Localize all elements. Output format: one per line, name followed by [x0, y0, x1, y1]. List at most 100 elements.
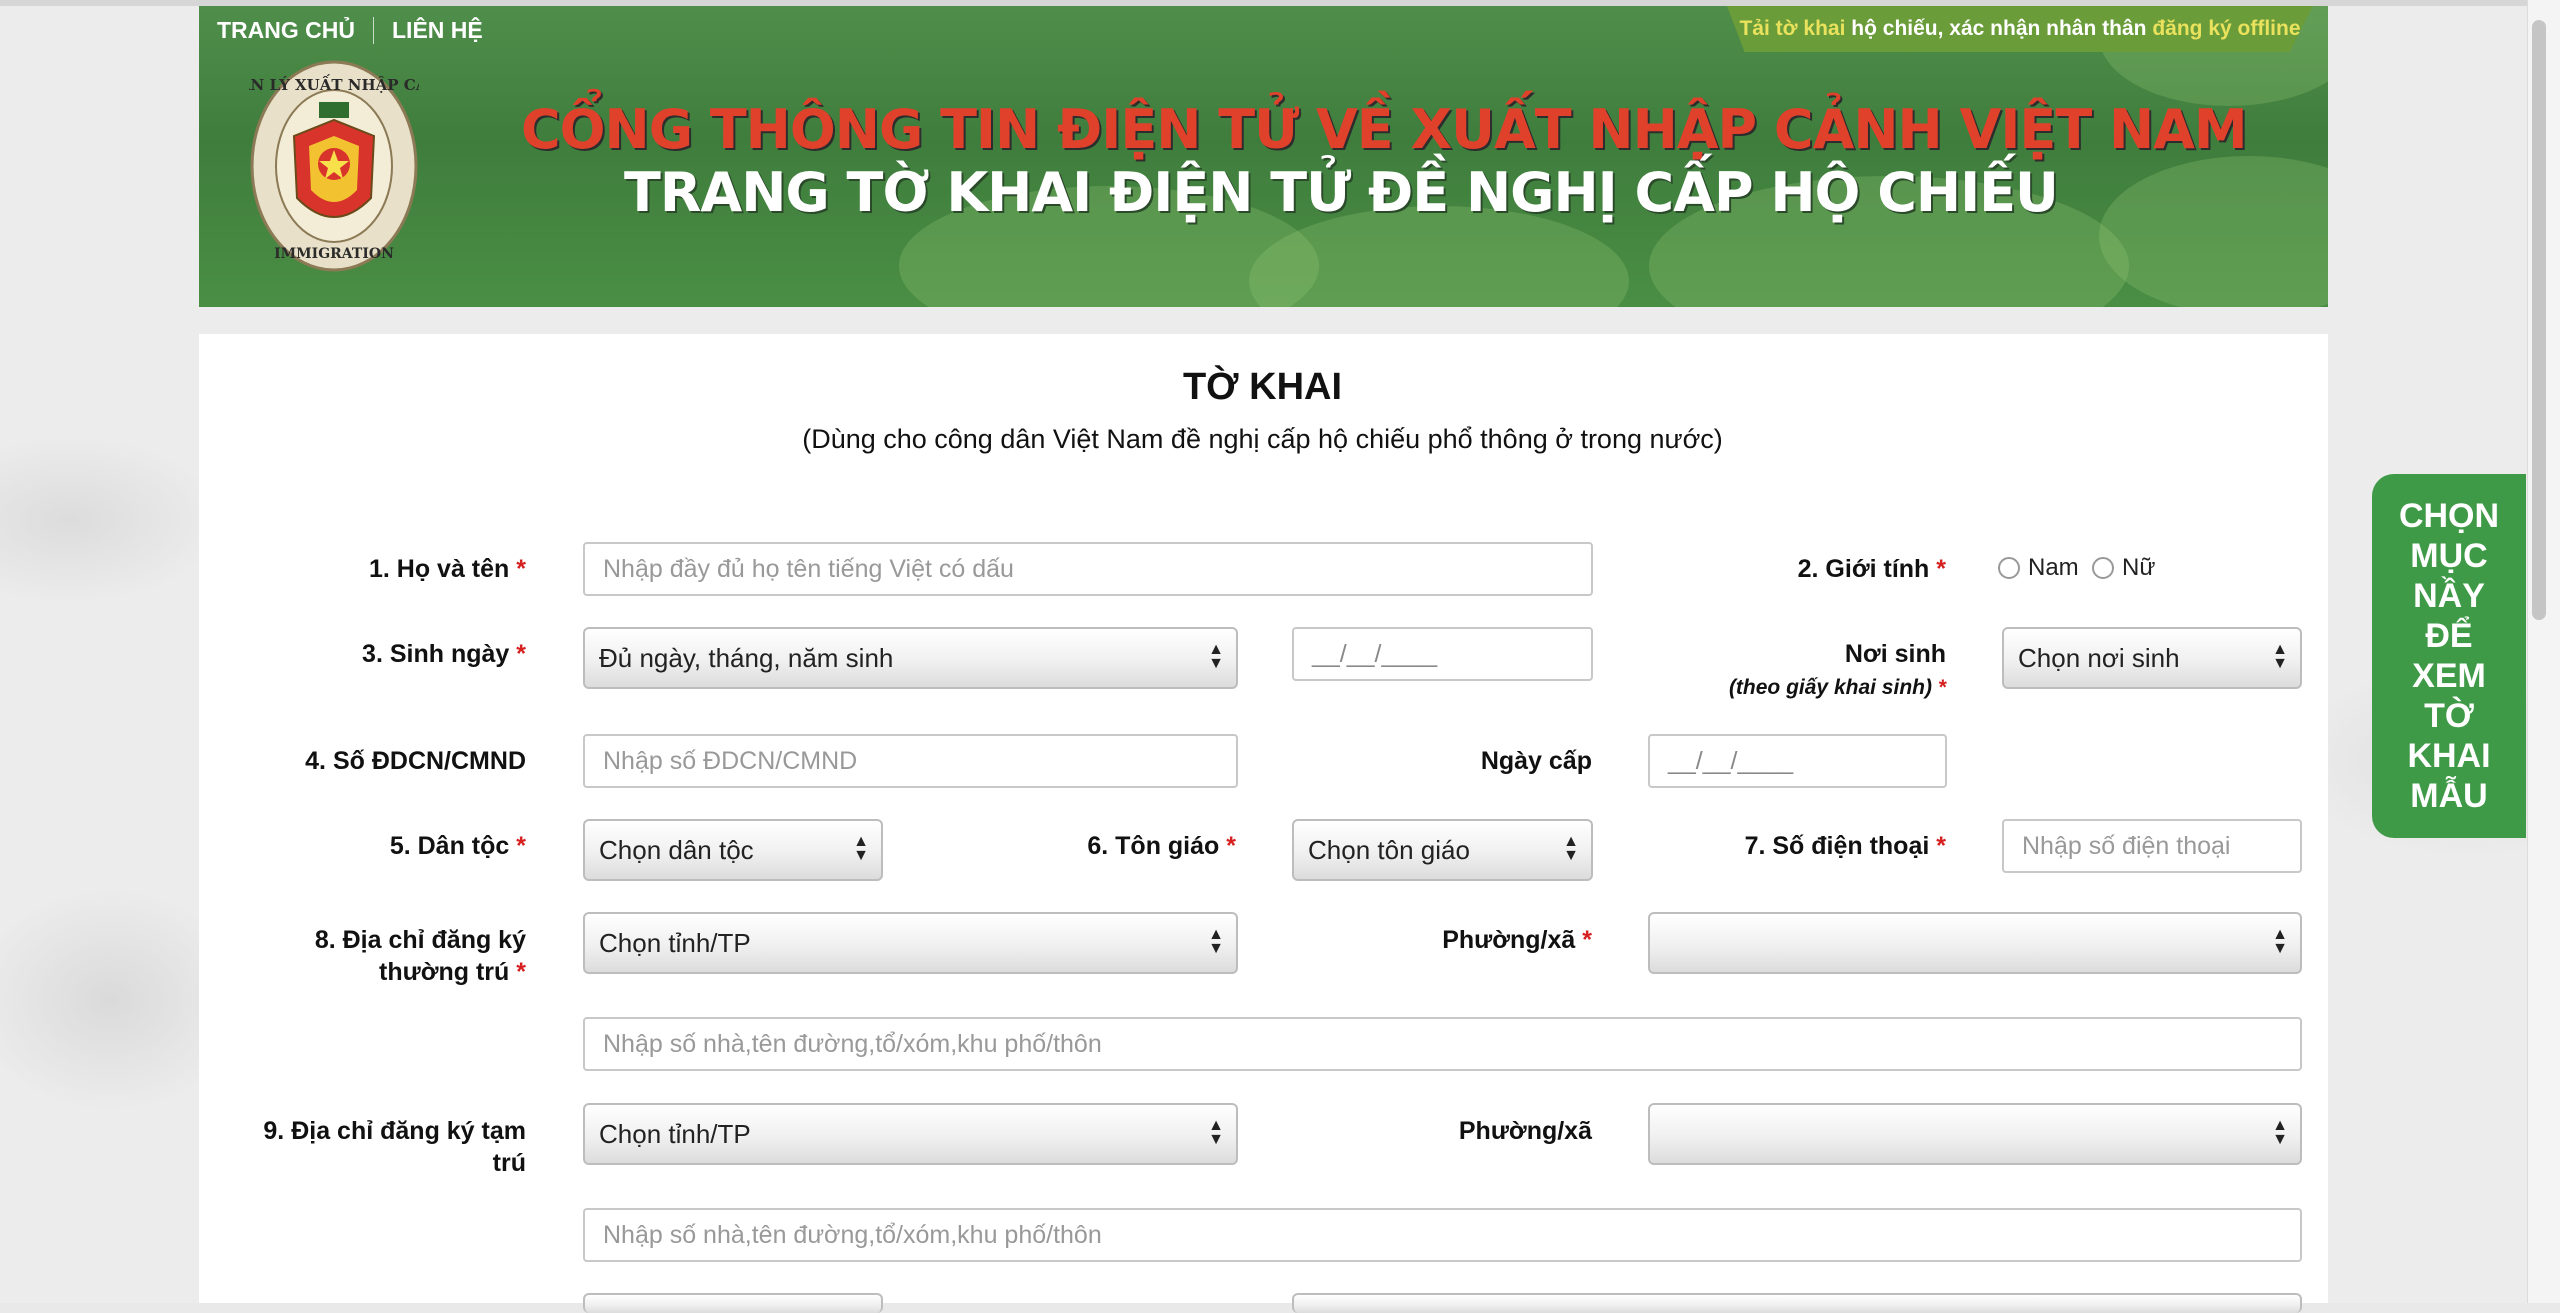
permanent-ward-select[interactable]: ▲ ▼: [1648, 912, 2302, 974]
gender-label: 2. Giới tính *: [1700, 553, 1946, 585]
side-tab-line: ĐỂ: [2425, 617, 2473, 655]
notice-link-offline[interactable]: đăng ký offline: [2152, 17, 2300, 41]
temporary-province-select[interactable]: Chọn tỉnh/TP ▲ ▼: [583, 1103, 1238, 1165]
next-row-input-partial[interactable]: [1292, 1293, 2302, 1313]
religion-label: 6. Tôn giáo *: [1000, 830, 1236, 862]
permanent-address-label-line1: 8. Địa chỉ đăng ký: [314, 926, 526, 954]
form-title: TỜ KHAI: [1182, 366, 1343, 408]
side-tab-line: MỤC: [2410, 537, 2488, 575]
select-arrows-icon: ▲ ▼: [853, 833, 869, 864]
id-number-input[interactable]: Nhập số ĐDCN/CMND: [583, 734, 1238, 788]
temporary-province-select-value: Chọn tỉnh/TP: [599, 1118, 751, 1149]
side-tab-line: XEM: [2412, 657, 2486, 695]
permanent-ward-label: Phường/xã *: [1340, 924, 1592, 956]
notice-link-download[interactable]: Tải tờ khai: [1739, 17, 1845, 41]
required-mark: *: [516, 832, 526, 860]
gender-label-text: 2. Giới tính: [1797, 555, 1930, 583]
temporary-address-label: 9. Địa chỉ đăng ký tạm trú: [220, 1115, 526, 1179]
full-name-label: 1. Họ và tên *: [260, 553, 526, 585]
dob-label: 3. Sinh ngày *: [260, 638, 526, 670]
side-tab-line: KHAI: [2407, 737, 2491, 775]
birthplace-select[interactable]: Chọn nơi sinh ▲ ▼: [2002, 627, 2302, 689]
required-mark: *: [1936, 832, 1946, 860]
download-notice[interactable]: Tải tờ khai hộ chiếu, xác nhận nhân thân…: [1727, 6, 2313, 52]
full-name-label-text: 1. Họ và tên: [368, 555, 510, 583]
banner-title-page: TRANG TỜ KHAI ĐIỆN TỬ ĐỀ NGHỊ CẤP HỘ CHI…: [624, 161, 2059, 224]
side-tab-line: TỜ: [2424, 697, 2474, 735]
banner-title-portal: CỔNG THÔNG TIN ĐIỆN TỬ VỀ XUẤT NHẬP CẢNH…: [521, 98, 2248, 161]
dob-format-select-value: Đủ ngày, tháng, năm sinh: [599, 642, 894, 673]
required-mark: *: [516, 640, 526, 668]
side-tab-line: NẦY: [2413, 577, 2485, 615]
permanent-ward-label-text: Phường/xã: [1442, 926, 1576, 954]
required-mark: *: [516, 555, 526, 583]
required-mark: *: [1582, 926, 1592, 954]
permanent-address-label: 8. Địa chỉ đăng ký thường trú *: [240, 924, 526, 988]
temporary-address-label-line1: 9. Địa chỉ đăng ký tạm: [263, 1117, 526, 1145]
gender-option-female-label: Nữ: [2122, 554, 2156, 581]
next-row-select-partial[interactable]: [583, 1293, 883, 1313]
ethnicity-select-value: Chọn dân tộc: [599, 834, 754, 865]
full-name-input[interactable]: Nhập đầy đủ họ tên tiếng Việt có dấu: [583, 542, 1593, 596]
temporary-address-label-line2: trú: [492, 1149, 526, 1177]
radio-circle-icon[interactable]: [1998, 557, 2020, 579]
required-mark: *: [1936, 555, 1946, 583]
gender-radio-male[interactable]: Nam: [1998, 554, 2079, 582]
notice-text: hộ chiếu, xác nhận nhân thân: [1851, 17, 2147, 40]
ethnicity-select[interactable]: Chọn dân tộc ▲ ▼: [583, 819, 883, 881]
permanent-province-select[interactable]: Chọn tỉnh/TP ▲ ▼: [583, 912, 1238, 974]
phone-input[interactable]: Nhập số điện thoại: [2002, 819, 2302, 873]
select-arrows-icon: ▲ ▼: [1208, 1117, 1224, 1148]
select-arrows-icon: ▲ ▼: [2272, 641, 2288, 672]
temporary-ward-label: Phường/xã: [1340, 1115, 1592, 1147]
birthplace-sub-label-text: (theo giấy khai sinh): [1728, 676, 1932, 699]
nav-home-link[interactable]: TRANG CHỦ: [217, 16, 374, 44]
temporary-ward-label-text: Phường/xã: [1458, 1117, 1592, 1145]
religion-select-value: Chọn tôn giáo: [1308, 834, 1470, 865]
religion-label-text: 6. Tôn giáo: [1087, 832, 1220, 860]
select-arrows-icon: ▲ ▼: [1208, 641, 1224, 672]
select-arrows-icon: ▲ ▼: [1208, 926, 1224, 957]
dob-label-text: 3. Sinh ngày: [362, 640, 510, 668]
ethnicity-label: 5. Dân tộc *: [260, 830, 526, 862]
birthplace-label-text: Nơi sinh: [1844, 640, 1946, 668]
select-arrows-icon: ▲ ▼: [2272, 926, 2288, 957]
gender-option-male-label: Nam: [2028, 554, 2079, 581]
phone-label: 7. Số điện thoại *: [1640, 830, 1946, 862]
permanent-address-label-line2: thường trú: [379, 958, 510, 986]
immigration-logo-icon: QUẢN LÝ XUẤT NHẬP CẢNH IMMIGRATION: [249, 60, 419, 272]
issue-date-label-text: Ngày cấp: [1480, 747, 1592, 775]
required-mark: *: [1226, 832, 1236, 860]
dob-date-input[interactable]: __/__/____: [1292, 627, 1593, 681]
birthplace-sub-label: (theo giấy khai sinh) *: [1660, 672, 1946, 704]
radio-circle-icon[interactable]: [2092, 557, 2114, 579]
permanent-province-select-value: Chọn tỉnh/TP: [599, 927, 751, 958]
select-arrows-icon: ▲ ▼: [2272, 1117, 2288, 1148]
page-scrollbar-thumb[interactable]: [2532, 20, 2546, 620]
logo-text-top: QUẢN LÝ XUẤT NHẬP CẢNH: [249, 74, 419, 94]
side-tab-line: CHỌN: [2398, 497, 2500, 535]
required-mark: *: [516, 958, 526, 986]
ethnicity-label-text: 5. Dân tộc: [389, 832, 510, 860]
gender-radio-female[interactable]: Nữ: [2092, 554, 2155, 582]
dob-format-select[interactable]: Đủ ngày, tháng, năm sinh ▲ ▼: [583, 627, 1238, 689]
id-number-label-text: 4. Số ĐDCN/CMND: [305, 747, 526, 775]
logo-text-bottom: IMMIGRATION: [274, 246, 394, 262]
view-sample-form-tab[interactable]: CHỌN MỤC NẦY ĐỂ XEM TỜ KHAI MẪU: [2372, 474, 2526, 838]
religion-select[interactable]: Chọn tôn giáo ▲ ▼: [1292, 819, 1593, 881]
issue-date-label: Ngày cấp: [1340, 745, 1592, 777]
birthplace-label: Nơi sinh: [1680, 638, 1946, 670]
form-subtitle: (Dùng cho công dân Việt Nam đề nghị cấp …: [802, 424, 1723, 454]
side-tab-line: MẪU: [2410, 777, 2488, 815]
temporary-ward-select[interactable]: ▲ ▼: [1648, 1103, 2302, 1165]
banner-cloud: [2099, 156, 2328, 307]
header-banner: TRANG CHỦ LIÊN HỆ Tải tờ khai hộ chiếu, …: [199, 6, 2328, 307]
required-mark: *: [1937, 676, 1946, 699]
permanent-street-input[interactable]: Nhập số nhà,tên đường,tổ/xóm,khu phố/thô…: [583, 1017, 2302, 1071]
select-arrows-icon: ▲ ▼: [1563, 833, 1579, 864]
id-number-label: 4. Số ĐDCN/CMND: [260, 745, 526, 777]
temporary-street-input[interactable]: Nhập số nhà,tên đường,tổ/xóm,khu phố/thô…: [583, 1208, 2302, 1262]
issue-date-input[interactable]: __/__/____: [1648, 734, 1947, 788]
top-nav: TRANG CHỦ LIÊN HỆ: [217, 12, 501, 48]
nav-contact-link[interactable]: LIÊN HỆ: [374, 17, 501, 44]
